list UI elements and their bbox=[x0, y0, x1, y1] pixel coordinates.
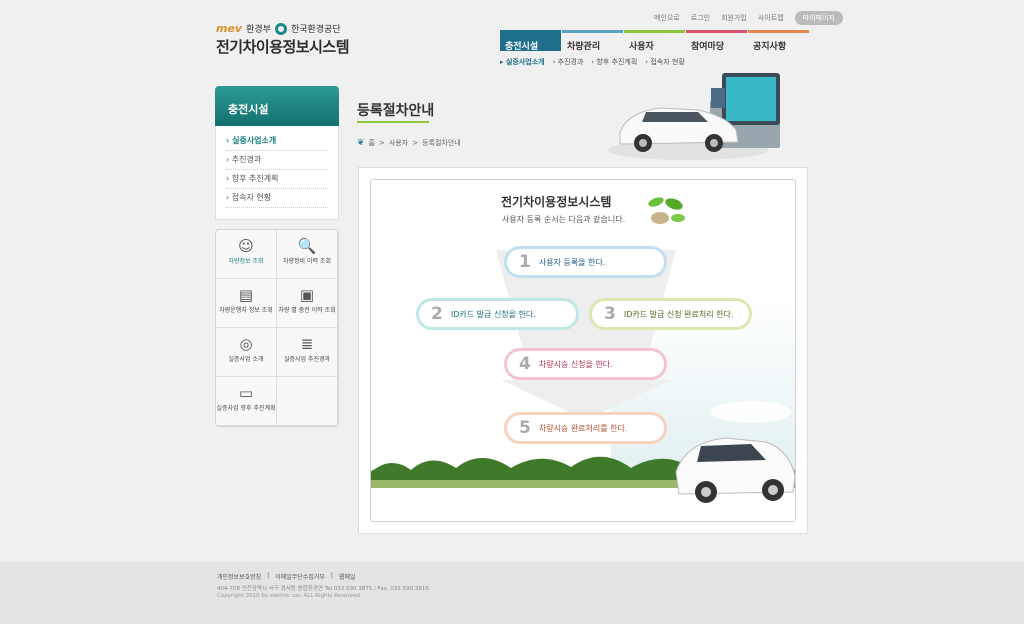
util-sitemap-link[interactable]: 사이트맵 bbox=[758, 13, 784, 23]
search-doc-icon: 🔍 bbox=[297, 237, 317, 255]
title-underline bbox=[357, 121, 429, 123]
header-car-illustration bbox=[608, 73, 780, 160]
breadcrumb-home[interactable]: 홈 bbox=[369, 138, 375, 148]
page-title: 등록절차안내 bbox=[357, 103, 435, 119]
stack-icon: ≣ bbox=[300, 335, 314, 353]
sidebar-title: 충전시설 bbox=[215, 86, 339, 126]
util-home-link[interactable]: 메인으로 bbox=[654, 13, 680, 23]
smile-icon: ☺ bbox=[238, 237, 254, 255]
leaf-icon: ❦ bbox=[357, 138, 365, 148]
quick-empty-cell bbox=[277, 377, 338, 426]
monitor-icon: ▣ bbox=[299, 286, 315, 304]
footer-address: 404-708 인천광역시 서구 경서동 종합환경연 Tel.032.590.3… bbox=[217, 586, 429, 592]
lnb-item[interactable]: › 접속자 현황 bbox=[645, 57, 684, 67]
gnb-participation[interactable]: 참여마당 bbox=[686, 30, 747, 52]
util-join-link[interactable]: 회원가입 bbox=[721, 13, 747, 23]
site-title[interactable]: 전기차이용정보시스템 bbox=[216, 36, 350, 57]
lnb-item[interactable]: ▸ 실증사업소개 bbox=[500, 57, 545, 67]
sidebar-item-intro[interactable]: › 실증사업소개 bbox=[226, 132, 328, 151]
mypage-button[interactable]: 마이페이지 bbox=[794, 11, 843, 25]
gnb-notice[interactable]: 공지사항 bbox=[748, 30, 809, 52]
sidebar-item-plan[interactable]: › 향후 추진계획 bbox=[226, 170, 328, 189]
computer-icon: ▭ bbox=[238, 384, 254, 402]
agency-logo-icon bbox=[274, 22, 287, 35]
gnb-charging[interactable]: 충전시설 bbox=[500, 30, 561, 52]
compass-icon: ◎ bbox=[239, 335, 253, 353]
step-4: 4 차량시승 신청을 한다. bbox=[504, 348, 667, 380]
util-login-link[interactable]: 로그인 bbox=[691, 13, 710, 23]
gnb-vehicle[interactable]: 차량관리 bbox=[562, 30, 623, 52]
footer-webmail-link[interactable]: 웹메일 bbox=[339, 572, 356, 581]
step-2: 2 ID카드 발급 신청을 한다. bbox=[416, 298, 579, 330]
quick-charging-history[interactable]: ▣ 차량 별 충전 이력 조회 bbox=[277, 279, 338, 328]
lnb-item[interactable]: › 추진경과 bbox=[553, 57, 584, 67]
quick-menu: ☺ 차량정보 조회 🔍 차량정비 이력 조회 ▤ 차량운행자 정보 조회 ▣ 차… bbox=[215, 229, 339, 427]
org-logo[interactable]: mev 환경부 한국환경공단 bbox=[216, 22, 341, 35]
footer-privacy-link[interactable]: 개인정보보호방침 bbox=[217, 572, 261, 581]
quick-project-progress[interactable]: ≣ 실증사업 추진경과 bbox=[277, 328, 338, 377]
folder-icon: ▤ bbox=[238, 286, 254, 304]
step-1: 1 사용자 등록을 한다. bbox=[504, 246, 667, 278]
leaf-decoration-icon bbox=[648, 197, 685, 224]
local-nav: ▸ 실증사업소개 › 추진경과 › 향후 추진계획 › 접속자 현황 bbox=[500, 57, 685, 67]
agency-name: 한국환경공단 bbox=[290, 25, 341, 35]
global-nav: 충전시설 차량관리 사용자 참여마당 공지사항 bbox=[500, 30, 810, 52]
breadcrumb: ❦ 홈 > 사용자 > 등록절차안내 bbox=[357, 138, 461, 148]
quick-project-intro[interactable]: ◎ 실증사업 소개 bbox=[216, 328, 277, 377]
step-3: 3 ID카드 발급 신청 완료처리 한다. bbox=[589, 298, 752, 330]
quick-maintenance-history[interactable]: 🔍 차량정비 이력 조회 bbox=[277, 230, 338, 279]
breadcrumb-user[interactable]: 사용자 bbox=[389, 138, 408, 148]
mev-logo: mev bbox=[216, 22, 243, 35]
footer-copyright: Copyright 2010 by electric car. ALL Righ… bbox=[217, 593, 362, 599]
footer-email-policy-link[interactable]: 이메일무단수집거부 bbox=[275, 572, 325, 581]
procedure-title: 전기차이용정보시스템 bbox=[501, 195, 612, 209]
quick-driver-info[interactable]: ▤ 차량운행자 정보 조회 bbox=[216, 279, 277, 328]
sidebar-item-progress[interactable]: › 추진경과 bbox=[226, 151, 328, 170]
breadcrumb-current: 등록절차안내 bbox=[422, 139, 461, 147]
sidebar-item-visitors[interactable]: › 접속자 현황 bbox=[226, 189, 328, 208]
quick-vehicle-info[interactable]: ☺ 차량정보 조회 bbox=[216, 230, 277, 279]
step-5: 5 차량시승 완료처리를 한다. bbox=[504, 412, 667, 444]
footer bbox=[0, 562, 1024, 624]
sidebar-menu: › 실증사업소개 › 추진경과 › 향후 추진계획 › 접속자 현황 bbox=[215, 126, 339, 220]
quick-project-plan[interactable]: ▭ 실증사업 향후 추진계획 bbox=[216, 377, 277, 426]
gnb-user[interactable]: 사용자 bbox=[624, 30, 685, 52]
lnb-item[interactable]: › 향후 추진계획 bbox=[591, 57, 637, 67]
footer-links: 개인정보보호방침 | 이메일무단수집거부 | 웹메일 bbox=[217, 572, 356, 581]
ministry-name: 환경부 bbox=[246, 25, 271, 35]
procedure-subtitle: 사용자 등록 순서는 다음과 같습니다. bbox=[502, 215, 626, 224]
utility-links: 메인으로 로그인 회원가입 사이트맵 마이페이지 bbox=[654, 11, 843, 25]
